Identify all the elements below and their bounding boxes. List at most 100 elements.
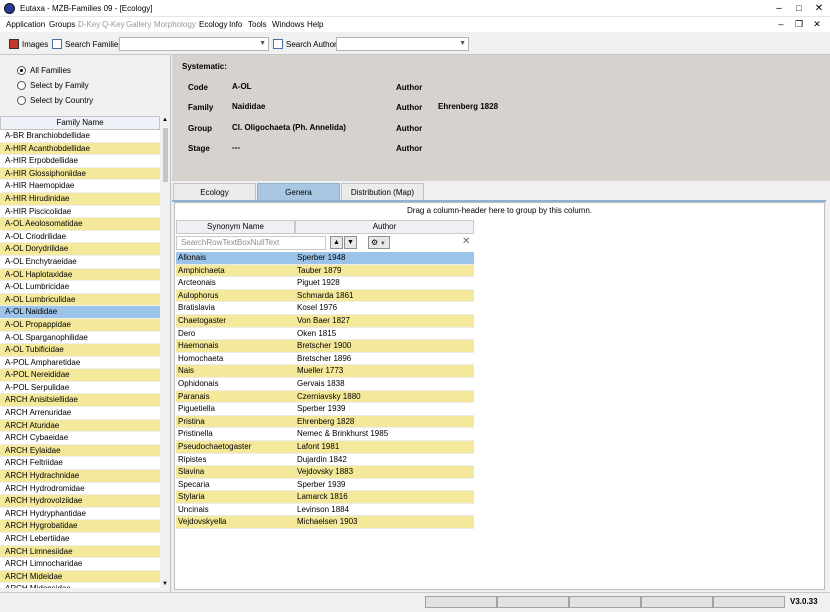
author-cell[interactable]: Mueller 1773 — [295, 365, 474, 377]
author-cell[interactable]: Piguet 1928 — [295, 277, 474, 289]
genera-row[interactable]: Vejdovskyella Michaelsen 1903 — [176, 516, 474, 530]
author-cell[interactable]: Ehrenberg 1828 — [295, 416, 474, 428]
author-cell[interactable]: Nemec & Brinkhurst 1985 — [295, 428, 474, 440]
genera-row[interactable]: Amphichaeta Tauber 1879 — [176, 264, 474, 278]
family-list-item[interactable]: ARCH Limnesiidae — [0, 545, 160, 559]
author-cell[interactable]: Levinson 1884 — [295, 504, 474, 516]
family-list-item[interactable]: ARCH Hydryphantidae — [0, 508, 160, 521]
genera-row[interactable]: Aulophorus Schmarda 1861 — [176, 289, 474, 303]
genera-row[interactable]: Haemonais Bretscher 1900 — [176, 340, 474, 353]
family-list-item[interactable]: ARCH Eylaidae — [0, 444, 160, 458]
tab-distribution-map[interactable]: Distribution (Map) — [341, 183, 424, 200]
family-list-item[interactable]: A-OL Naididae — [0, 306, 160, 319]
family-list-item[interactable]: ARCH Hygrobatidae — [0, 520, 160, 533]
radio-select-by-family[interactable]: Select by Family — [17, 81, 89, 90]
search-author-button[interactable]: Search Author — [273, 37, 337, 51]
author-cell[interactable]: Dujardin 1842 — [295, 454, 474, 466]
genera-row[interactable]: Piguetiella Sperber 1939 — [176, 403, 474, 416]
close-icon[interactable]: ✕ — [812, 2, 826, 15]
family-list-item[interactable]: A-HIR Hirudinidae — [0, 192, 160, 206]
author-cell[interactable]: Sperber 1939 — [295, 479, 474, 491]
menu-ecology[interactable]: Ecology — [199, 20, 227, 29]
family-list-item[interactable]: ARCH Hydrodromidae — [0, 483, 160, 496]
family-list-item[interactable]: ARCH Arrenuridae — [0, 407, 160, 420]
tab-ecology[interactable]: Ecology — [173, 183, 256, 200]
synonym-name-cell[interactable]: Haemonais — [176, 340, 295, 352]
synonym-name-cell[interactable]: Aulophorus — [176, 290, 295, 302]
search-families-button[interactable]: Search Families — [52, 37, 122, 51]
genera-row[interactable]: Dero Oken 1815 — [176, 328, 474, 341]
tab-genera[interactable]: Genera — [257, 183, 340, 200]
synonym-name-cell[interactable]: Paranais — [176, 391, 295, 403]
author-cell[interactable]: Czerniavsky 1880 — [295, 391, 474, 403]
families-combo[interactable]: ▼ — [119, 37, 269, 51]
genera-row[interactable]: Homochaeta Bretscher 1896 — [176, 353, 474, 366]
family-list-item[interactable]: ARCH Hydrachnidae — [0, 470, 160, 483]
family-list-item[interactable]: A-POL Nereididae — [0, 369, 160, 382]
genera-row[interactable]: Allonais Sperber 1948 — [176, 252, 474, 265]
synonym-name-cell[interactable]: Chaetogaster — [176, 315, 295, 327]
menu-help[interactable]: Help — [307, 20, 323, 29]
synonym-name-cell[interactable]: Stylaria — [176, 491, 295, 503]
family-list-item[interactable]: A-HIR Piscicolidae — [0, 206, 160, 219]
family-list-item[interactable]: ARCH Cybaeidae — [0, 432, 160, 445]
family-list-item[interactable]: ARCH Aturidae — [0, 419, 160, 433]
family-list-item[interactable]: A-OL Lumbriculidae — [0, 293, 160, 307]
synonym-name-cell[interactable]: Arcteonais — [176, 277, 295, 289]
family-list-item[interactable]: ARCH Feltriidae — [0, 457, 160, 471]
genera-row[interactable]: Paranais Czerniavsky 1880 — [176, 390, 474, 404]
genera-row[interactable]: Ophidonais Gervais 1838 — [176, 378, 474, 391]
family-list-item[interactable]: ARCH Midopsidae — [0, 583, 160, 588]
scroll-up-icon[interactable]: ▲ — [162, 117, 168, 123]
synonym-name-cell[interactable]: Uncinais — [176, 504, 295, 516]
synonym-name-cell[interactable]: Dero — [176, 328, 295, 340]
scroll-down-icon[interactable]: ▼ — [162, 581, 168, 587]
maximize-icon[interactable]: □ — [792, 2, 806, 15]
family-list-item[interactable]: A-HIR Haemopidae — [0, 180, 160, 193]
family-name-column-header[interactable]: Family Name — [0, 116, 160, 130]
search-up-button[interactable]: ▲ — [330, 236, 343, 249]
author-cell[interactable]: Bretscher 1900 — [295, 340, 474, 352]
author-cell[interactable]: Schmarda 1861 — [295, 290, 474, 302]
author-cell[interactable]: Lamarck 1816 — [295, 491, 474, 503]
synonym-name-cell[interactable]: Slavina — [176, 466, 295, 478]
synonym-name-cell[interactable]: Pseudochaetogaster — [176, 441, 295, 453]
family-list-item[interactable]: A-OL Sparganophilidae — [0, 332, 160, 345]
genera-row[interactable]: Uncinais Levinson 1884 — [176, 504, 474, 517]
author-cell[interactable]: Gervais 1838 — [295, 378, 474, 390]
menu-q-key[interactable]: Q-Key — [102, 20, 125, 29]
radio-all-families[interactable]: All Families — [17, 66, 71, 75]
family-list-item[interactable]: A-HIR Acanthobdellidae — [0, 142, 160, 156]
author-cell[interactable]: Oken 1815 — [295, 328, 474, 340]
author-column-header[interactable]: Author — [295, 220, 474, 234]
family-list-item[interactable]: ARCH Limnocharidae — [0, 558, 160, 571]
author-cell[interactable]: Vejdovsky 1883 — [295, 466, 474, 478]
synonym-name-cell[interactable]: Nais — [176, 365, 295, 377]
radio-select-by-country[interactable]: Select by Country — [17, 96, 93, 105]
family-list-item[interactable]: A-OL Enchytraeidae — [0, 256, 160, 269]
genera-row[interactable]: Pristina Ehrenberg 1828 — [176, 415, 474, 429]
menu-application[interactable]: Application — [6, 20, 45, 29]
clear-search-icon[interactable]: ✕ — [462, 236, 470, 247]
scrollbar-thumb[interactable] — [163, 128, 168, 182]
author-cell[interactable]: Bretscher 1896 — [295, 353, 474, 365]
genera-row[interactable]: Nais Mueller 1773 — [176, 365, 474, 378]
mdi-close-icon[interactable]: ✕ — [810, 18, 824, 31]
menu-d-key[interactable]: D-Key — [78, 20, 100, 29]
menu-tools[interactable]: Tools — [248, 20, 267, 29]
family-list-item[interactable]: A-POL Ampharetidae — [0, 357, 160, 370]
family-list-item[interactable]: A-HIR Erpobdellidae — [0, 155, 160, 168]
family-list-item[interactable]: ARCH Lebertiidae — [0, 533, 160, 546]
family-list-item[interactable]: ARCH Anisitsiellidae — [0, 394, 160, 408]
app-icon[interactable] — [4, 3, 15, 14]
author-cell[interactable]: Kosel 1976 — [295, 302, 474, 314]
minimize-icon[interactable]: – — [772, 2, 786, 15]
genera-row[interactable]: Specaria Sperber 1939 — [176, 479, 474, 492]
menu-windows[interactable]: Windows — [272, 20, 304, 29]
family-list-scrollbar[interactable]: ▲ ▼ — [161, 116, 170, 592]
author-cell[interactable]: Von Baer 1827 — [295, 315, 474, 327]
menu-gallery[interactable]: Gallery — [126, 20, 151, 29]
family-list-item[interactable]: A-OL Aeolosomatidae — [0, 218, 160, 231]
search-row-input[interactable]: SearchRowTextBoxNullText — [176, 236, 326, 250]
genera-row[interactable]: Pseudochaetogaster Lafont 1981 — [176, 440, 474, 454]
